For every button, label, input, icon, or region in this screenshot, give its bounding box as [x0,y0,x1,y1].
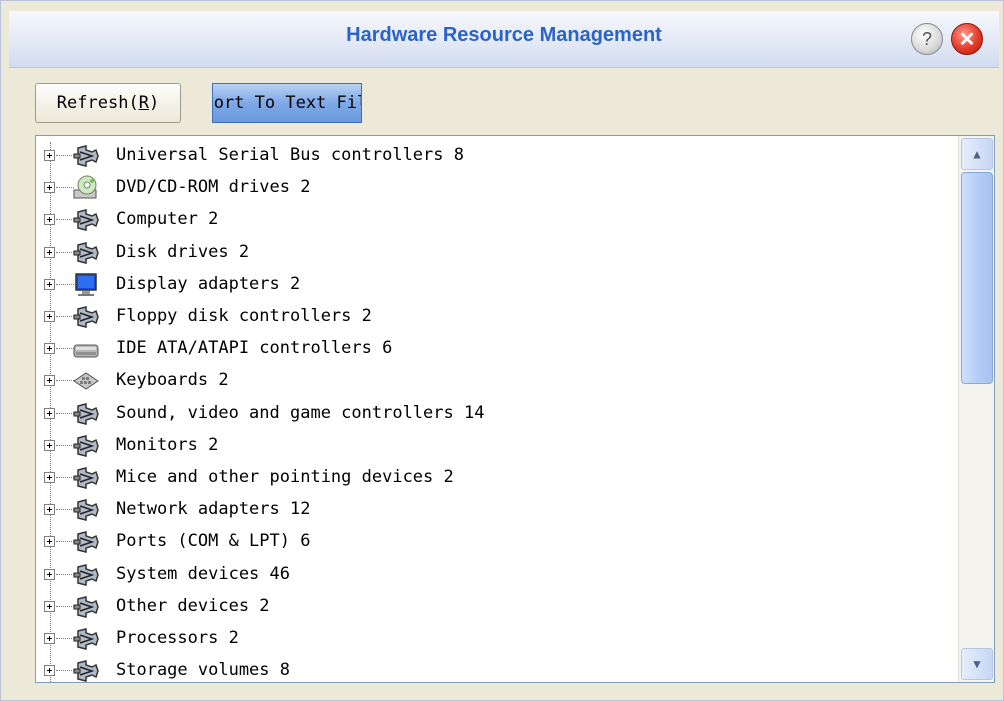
expand-icon[interactable] [44,246,55,258]
close-icon: ✕ [958,28,976,51]
tree-node-label: Other devices 2 [116,595,270,616]
expand-icon[interactable] [44,439,55,451]
tree-node[interactable]: Storage volumes 8 [36,655,956,682]
usb-icon [72,206,100,234]
usb-icon [72,303,100,331]
expand-icon[interactable] [44,633,55,644]
tree-node-label: Monitors 2 [116,434,219,455]
expand-icon[interactable] [44,536,55,548]
expand-icon[interactable] [44,472,55,483]
tree-node[interactable]: Disk drives 2 [36,237,956,269]
expand-icon[interactable] [44,150,55,161]
tree-node[interactable]: Universal Serial Bus controllers 8 [36,140,956,172]
expand-icon[interactable] [44,600,55,612]
refresh-button[interactable]: Refresh(R) [35,83,181,123]
close-button[interactable]: ✕ [951,23,983,55]
tree-node[interactable]: Floppy disk controllers 2 [36,301,956,333]
help-icon: ? [921,28,932,49]
tree-node[interactable]: Processors 2 [36,623,956,655]
tree-node[interactable]: Network adapters 12 [36,494,956,526]
tree-node-label: IDE ATA/ATAPI controllers 6 [116,338,393,359]
expand-icon[interactable] [44,214,55,226]
help-button[interactable]: ? [911,23,943,55]
tree-node-label: Disk drives 2 [116,241,250,262]
tree-node-label: Computer 2 [116,209,219,230]
tree-node-label: Storage volumes 8 [116,660,290,681]
tree-node-label: Network adapters 12 [116,499,311,520]
usb-icon [72,400,100,428]
refresh-label-suffix: ) [148,93,160,113]
usb-icon [72,239,100,267]
tree-node-label: Keyboards 2 [116,370,229,391]
expand-icon[interactable] [44,407,55,419]
tree-node-label: Processors 2 [116,628,239,648]
tree-node[interactable]: Monitors 2 [36,430,956,462]
tree-node-label: Universal Serial Bus controllers 8 [116,145,464,165]
arrow-up-icon: ▲ [973,147,981,161]
hardware-window: Hardware Resource Management ? ✕ Refresh… [0,0,1004,701]
tree-node[interactable]: Ports (COM & LPT) 6 [36,526,956,558]
tree-node[interactable]: Mice and other pointing devices 2 [36,462,956,494]
tree-node-label: Mice and other pointing devices 2 [116,467,454,487]
tree-node[interactable]: Display adapters 2 [36,269,956,301]
ide-controller-icon [72,335,100,363]
expand-icon[interactable] [44,504,55,516]
refresh-label-prefix: Refresh( [56,93,139,113]
tree-node[interactable]: IDE ATA/ATAPI controllers 6 [36,333,956,365]
tree-node-label: Sound, video and game controllers 14 [116,402,485,423]
monitor-icon [72,271,100,299]
usb-icon [72,625,100,653]
usb-icon [72,142,100,170]
keyboard-icon [72,367,100,395]
expand-icon[interactable] [44,182,55,194]
export-label: Export To Text File [213,93,361,113]
usb-icon [72,561,100,589]
expand-icon[interactable] [44,375,55,387]
title-bar[interactable]: Hardware Resource Management ? ✕ [9,11,999,68]
expand-icon[interactable] [44,568,55,580]
expand-icon[interactable] [44,278,55,290]
window-title: Hardware Resource Management [346,24,662,46]
refresh-hotkey: R [138,93,149,113]
expand-icon[interactable] [44,311,55,322]
scroll-thumb[interactable] [961,172,993,384]
tree-node[interactable]: DVD/CD-ROM drives 2 [36,172,956,204]
tree-node[interactable]: Sound, video and game controllers 14 [36,398,956,430]
usb-icon [72,528,100,556]
device-tree[interactable]: Universal Serial Bus controllers 8 DVD/CD… [35,135,995,683]
tree-node-label: Display adapters 2 [116,273,301,294]
tree-node-label: Floppy disk controllers 2 [116,306,372,326]
usb-icon [72,432,100,460]
vertical-scrollbar[interactable]: ▲ ▼ [958,136,994,682]
expand-icon[interactable] [44,665,55,677]
arrow-down-icon: ▼ [973,657,981,671]
tree-node-label: Ports (COM & LPT) 6 [116,531,311,552]
scroll-down-button[interactable]: ▼ [961,648,993,680]
tree-node[interactable]: System devices 46 [36,559,956,591]
scroll-up-button[interactable]: ▲ [961,138,993,170]
tree-node-label: System devices 46 [116,563,290,584]
expand-icon[interactable] [44,343,55,355]
usb-icon [72,657,100,682]
tree-node[interactable]: Other devices 2 [36,591,956,623]
tree-node-label: DVD/CD-ROM drives 2 [116,177,311,198]
tree-node[interactable]: Keyboards 2 [36,365,956,397]
export-to-text-button[interactable]: Export To Text File [212,83,362,123]
cd-drive-icon [72,174,100,202]
usb-icon [72,593,100,621]
usb-icon [72,464,100,492]
tree-node[interactable]: Computer 2 [36,204,956,236]
usb-icon [72,496,100,524]
